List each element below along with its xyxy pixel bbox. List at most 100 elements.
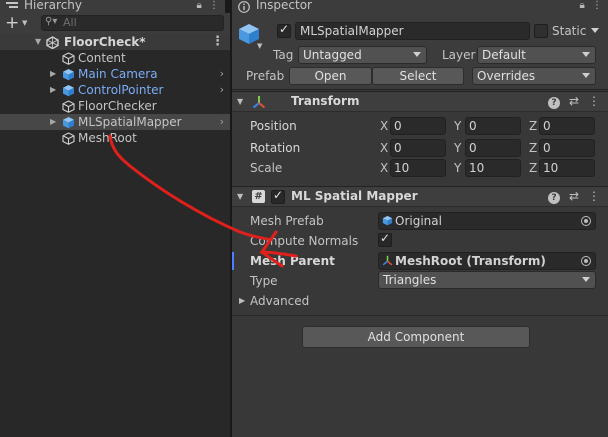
scale-z-field[interactable]: 10	[539, 159, 595, 177]
expand-arrow-icon[interactable]: ▶	[50, 114, 56, 130]
inspector-panel: Inspector 🔒︎ ⋮ ▼ ✓ MLSpatialMapper Stati…	[232, 0, 608, 437]
lock-icon[interactable]: 🔒︎	[196, 0, 203, 11]
gameobject-cube-icon	[62, 132, 75, 145]
more-menu-icon[interactable]: ⋮	[588, 94, 600, 108]
advanced-label[interactable]: Advanced	[250, 293, 309, 309]
prefab-cube-icon	[382, 215, 393, 226]
hierarchy-item-content[interactable]: Content	[0, 50, 230, 66]
tag-value: Untagged	[303, 48, 362, 62]
object-picker-icon[interactable]	[581, 256, 591, 266]
checkmark-icon: ✓	[273, 188, 284, 202]
help-icon[interactable]: ?	[547, 192, 560, 204]
static-dropdown-icon[interactable]	[591, 28, 599, 33]
hierarchy-item-label: MLSpatialMapper	[78, 115, 182, 129]
scene-name: FloorCheck*	[64, 35, 146, 49]
transform-header-buttons: ? ⇄ ⋮	[539, 94, 600, 109]
transform-header[interactable]: ▼ Transform ? ⇄ ⋮	[232, 91, 608, 112]
more-menu-icon[interactable]: ⋮	[209, 0, 221, 11]
transform-axes-icon	[382, 255, 393, 266]
position-label: Position	[250, 119, 297, 133]
hierarchy-item-mesh-root[interactable]: MeshRoot	[0, 130, 230, 146]
axis-x-label: X	[380, 141, 389, 155]
info-icon	[238, 1, 250, 13]
layer-dropdown[interactable]: Default	[477, 46, 596, 64]
scale-y-field[interactable]: 10	[465, 159, 521, 177]
lock-icon[interactable]: 🔒︎	[579, 0, 586, 11]
prefab-select-button[interactable]: Select	[372, 67, 464, 85]
position-z-field[interactable]: 0	[539, 117, 595, 135]
chevron-right-icon[interactable]: ›	[220, 82, 224, 98]
type-dropdown[interactable]: Triangles	[378, 271, 596, 289]
presets-icon[interactable]: ⇄	[569, 94, 579, 108]
active-checkbox[interactable]: ✓	[277, 22, 291, 38]
tag-dropdown[interactable]: Untagged	[298, 46, 427, 64]
compute-normals-checkbox[interactable]: ✓	[378, 231, 392, 247]
layer-value: Default	[482, 48, 526, 62]
mesh-prefab-field[interactable]: Original	[378, 212, 596, 230]
prefab-open-button[interactable]: Open	[289, 67, 372, 85]
rotation-z-field[interactable]: 0	[539, 139, 595, 157]
axis-y-label: Y	[454, 141, 462, 155]
type-label: Type	[250, 274, 278, 288]
expand-arrow-icon[interactable]: ▼	[35, 34, 41, 50]
hierarchy-search-input[interactable]: ⚲▾ All	[41, 15, 224, 31]
prefab-cube-icon	[63, 69, 74, 81]
object-name-field[interactable]: MLSpatialMapper	[295, 22, 530, 40]
hierarchy-item-label: MeshRoot	[78, 131, 137, 145]
chevron-right-icon[interactable]: ›	[220, 66, 224, 82]
hierarchy-item-ml-spatial-mapper[interactable]: ▶ MLSpatialMapper ›	[0, 114, 230, 130]
icon-dropdown-icon[interactable]: ▼	[257, 42, 262, 50]
mesh-parent-field[interactable]: MeshRoot (Transform)	[378, 252, 596, 270]
gameobject-header: ▼ ✓ MLSpatialMapper Static Tag Untagged …	[232, 13, 608, 90]
axis-x-label: X	[380, 119, 389, 133]
hierarchy-item-control-pointer[interactable]: ▶ ControlPointer ›	[0, 82, 230, 98]
rotation-y-field[interactable]: 0	[465, 139, 521, 157]
search-placeholder: All	[63, 16, 77, 29]
search-icon: ⚲▾	[45, 16, 58, 27]
scene-row[interactable]: ▼ FloorCheck* ⋮	[0, 34, 230, 50]
unity-scene-icon	[46, 36, 59, 49]
gameobject-cube-icon	[62, 52, 75, 65]
checkmark-icon: ✓	[279, 22, 290, 36]
scene-more-icon[interactable]: ⋮	[211, 34, 224, 50]
rotation-x-field[interactable]: 0	[390, 139, 446, 157]
position-x-field[interactable]: 0	[390, 117, 446, 135]
expand-arrow-icon[interactable]: ▶	[50, 66, 56, 82]
presets-icon[interactable]: ⇄	[569, 189, 579, 203]
component-divider	[232, 315, 608, 316]
axis-z-label: Z	[529, 161, 538, 175]
scale-x-field[interactable]: 10	[390, 159, 446, 177]
hierarchy-tab-buttons[interactable]: 🔒︎ ⋮	[196, 0, 221, 12]
advanced-foldout-icon[interactable]: ▶	[239, 296, 245, 305]
scale-label: Scale	[250, 161, 283, 175]
help-icon[interactable]: ?	[547, 97, 560, 109]
mesh-parent-value: MeshRoot (Transform)	[395, 254, 546, 268]
hierarchy-item-floor-checker[interactable]: FloorChecker	[0, 98, 230, 114]
hierarchy-tab-bar: Hierarchy 🔒︎ ⋮	[0, 0, 230, 13]
create-plus-icon[interactable]: +	[5, 13, 19, 33]
object-picker-icon[interactable]	[581, 216, 591, 226]
more-menu-icon[interactable]: ⋮	[588, 189, 600, 203]
tab-hierarchy[interactable]: Hierarchy 🔒︎ ⋮	[0, 0, 225, 13]
add-component-button[interactable]: Add Component	[302, 326, 530, 348]
more-menu-icon[interactable]: ⋮	[592, 0, 604, 11]
ml-spatial-mapper-header[interactable]: ▼ # ✓ ML Spatial Mapper ? ⇄ ⋮	[232, 186, 608, 207]
mesh-prefab-value: Original	[395, 214, 442, 228]
prefab-overrides-dropdown[interactable]: Overrides	[472, 67, 596, 85]
hierarchy-item-main-camera[interactable]: ▶ Main Camera ›	[0, 66, 230, 82]
foldout-arrow-icon[interactable]: ▼	[237, 97, 243, 106]
inspector-tab-buttons[interactable]: 🔒︎ ⋮	[579, 0, 604, 12]
axis-z-label: Z	[529, 141, 538, 155]
gameobject-cube-icon	[62, 100, 75, 113]
component-enabled-checkbox[interactable]: ✓	[271, 188, 285, 204]
static-checkbox[interactable]	[534, 24, 548, 38]
create-dropdown-icon[interactable]: ▼	[22, 19, 27, 27]
hierarchy-panel: Hierarchy 🔒︎ ⋮ + ▼ ⚲▾ All ▼ FloorCheck* …	[0, 0, 230, 437]
hierarchy-toolbar: + ▼ ⚲▾ All	[0, 13, 230, 34]
checkmark-icon: ✓	[380, 231, 391, 245]
position-y-field[interactable]: 0	[465, 117, 521, 135]
tab-inspector[interactable]: Inspector 🔒︎ ⋮	[232, 0, 608, 13]
expand-arrow-icon[interactable]: ▶	[50, 82, 56, 98]
chevron-right-icon[interactable]: ›	[220, 114, 224, 130]
foldout-arrow-icon[interactable]: ▼	[237, 192, 243, 201]
